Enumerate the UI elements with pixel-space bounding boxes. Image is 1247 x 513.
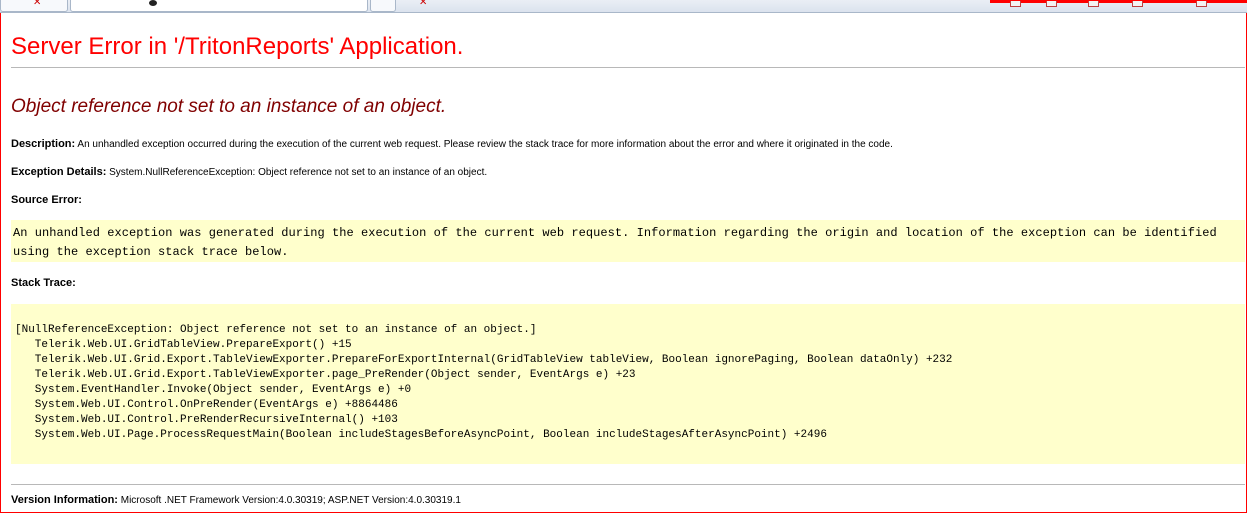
new-tab-button[interactable]: [370, 0, 396, 12]
stack-trace-line: System.EventHandler.Invoke(Object sender…: [15, 384, 412, 396]
stack-trace-line: System.Web.UI.Control.PreRenderRecursive…: [15, 414, 398, 426]
source-error-box: An unhandled exception was generated dur…: [11, 220, 1245, 262]
stack-trace-box: [NullReferenceException: Object referenc…: [11, 304, 1245, 464]
stack-trace-line: Telerik.Web.UI.Grid.Export.TableViewExpo…: [15, 369, 636, 381]
browser-tab[interactable]: ✕: [0, 0, 68, 12]
window-control[interactable]: [1088, 1, 1099, 7]
exception-details-text: System.NullReferenceException: Object re…: [109, 167, 488, 178]
page-title: Server Error in '/TritonReports' Applica…: [11, 33, 464, 60]
close-icon[interactable]: ✕: [419, 0, 427, 8]
close-icon[interactable]: ✕: [33, 0, 41, 8]
version-information-text: Microsoft .NET Framework Version:4.0.303…: [120, 495, 461, 506]
browser-tab-strip: ✕ ✕: [0, 0, 1247, 13]
version-information-label: Version Information:: [11, 494, 118, 506]
source-error-text: An unhandled exception was generated dur…: [13, 226, 1217, 259]
version-information-line: Version Information: Microsoft .NET Fram…: [11, 493, 461, 508]
stack-trace-line: [NullReferenceException: Object referenc…: [15, 324, 537, 336]
error-message: Object reference not set to an instance …: [11, 96, 447, 117]
stack-trace-line: System.Web.UI.Page.ProcessRequestMain(Bo…: [15, 429, 827, 441]
stack-trace-line: System.Web.UI.Control.OnPreRender(EventA…: [15, 399, 398, 411]
description-line: Description: An unhandled exception occu…: [11, 137, 893, 152]
window-control[interactable]: [1010, 1, 1021, 7]
favicon-icon: [149, 0, 157, 6]
window-control[interactable]: [1046, 1, 1057, 7]
annotation-line: [990, 0, 1247, 3]
page-header: Server Error in '/TritonReports' Applica…: [11, 26, 1236, 68]
divider: [11, 484, 1245, 485]
description-text: An unhandled exception occurred during t…: [77, 139, 893, 150]
stack-trace-text: [NullReferenceException: Object referenc…: [15, 323, 952, 443]
exception-details-line: Exception Details: System.NullReferenceE…: [11, 165, 487, 180]
divider: [11, 67, 1245, 68]
description-label: Description:: [11, 138, 76, 150]
window-control[interactable]: [1196, 1, 1207, 7]
browser-tab-active[interactable]: ✕: [70, 0, 427, 12]
stack-trace-line: Telerik.Web.UI.GridTableView.PrepareExpo…: [15, 339, 352, 351]
source-error-label: Source Error:: [11, 194, 82, 206]
stack-trace-line: Telerik.Web.UI.Grid.Export.TableViewExpo…: [15, 354, 953, 366]
exception-details-label: Exception Details:: [11, 166, 107, 178]
stack-trace-label: Stack Trace:: [11, 277, 76, 289]
window-control[interactable]: [1132, 1, 1143, 7]
